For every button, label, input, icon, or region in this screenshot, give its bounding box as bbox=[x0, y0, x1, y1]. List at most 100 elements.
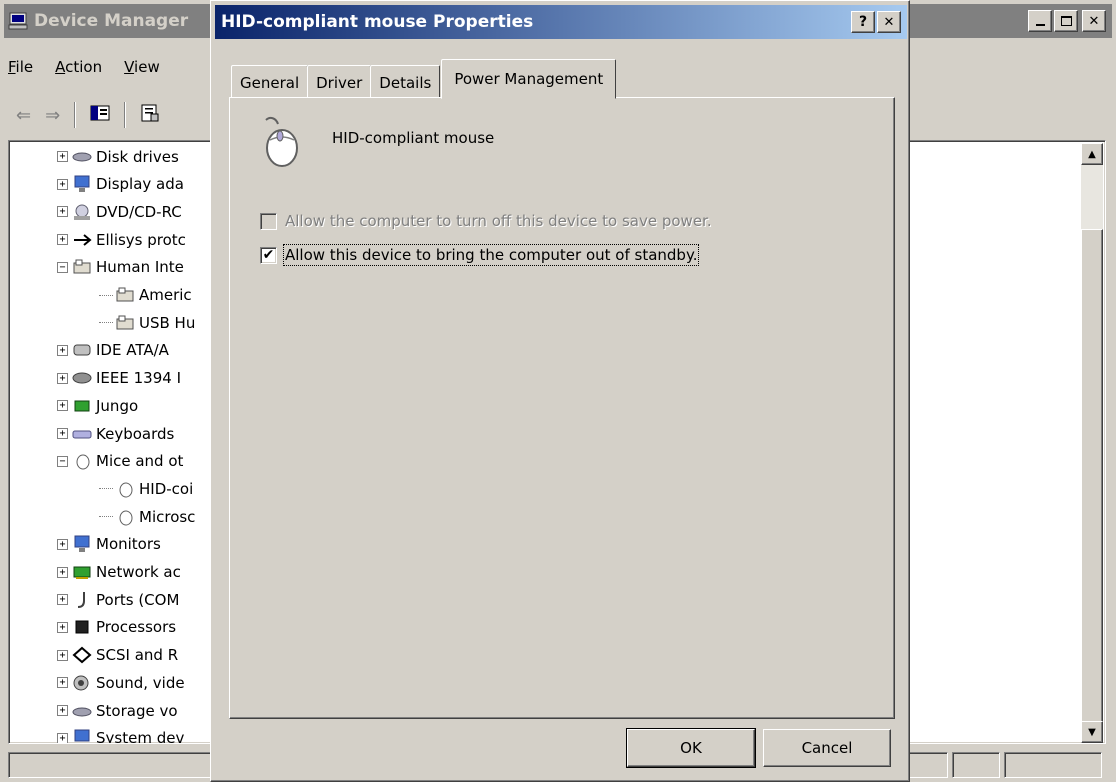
toolbar: ⇐ ⇒ bbox=[6, 96, 211, 134]
tree-item-label: Jungo bbox=[96, 396, 139, 415]
tree-item-label: Monitors bbox=[96, 535, 161, 554]
dialog-close-button[interactable]: ✕ bbox=[877, 11, 901, 33]
collapse-icon[interactable]: − bbox=[57, 455, 68, 467]
menu-file[interactable]: File bbox=[8, 58, 33, 76]
expand-icon[interactable]: + bbox=[57, 428, 68, 439]
vertical-scrollbar[interactable]: ▲ ▼ bbox=[1081, 143, 1103, 743]
tree-item-label: Ports (COM bbox=[96, 590, 180, 609]
tree-item[interactable]: + Display ada bbox=[57, 171, 184, 198]
expand-icon[interactable]: + bbox=[57, 677, 68, 689]
minimize-icon bbox=[1035, 24, 1045, 26]
scroll-down-button[interactable]: ▼ bbox=[1081, 721, 1103, 743]
tree-item[interactable]: + Sound, vide bbox=[57, 669, 185, 696]
tree-connector bbox=[99, 294, 113, 296]
scroll-thumb[interactable] bbox=[1081, 229, 1103, 725]
tree-item[interactable]: USB Hu bbox=[99, 309, 195, 336]
expand-icon[interactable]: + bbox=[57, 538, 68, 550]
tree-item[interactable]: + Ellisys protc bbox=[57, 226, 186, 253]
tree-item[interactable]: + Monitors bbox=[57, 531, 161, 558]
tree-item[interactable]: + System dev bbox=[57, 725, 184, 743]
minimize-button[interactable] bbox=[1028, 10, 1052, 32]
disk-drive-icon bbox=[72, 148, 92, 166]
cd-drive-icon bbox=[72, 203, 92, 221]
expand-icon[interactable]: + bbox=[57, 400, 68, 412]
tree-item-label: Network ac bbox=[96, 563, 181, 581]
tab-panel: HID-compliant mouse Allow the computer t… bbox=[229, 97, 895, 719]
cancel-button[interactable]: Cancel bbox=[763, 729, 891, 767]
storage-icon bbox=[72, 702, 92, 720]
tree-item-label: USB Hu bbox=[139, 313, 196, 332]
tree-item[interactable]: + Network ac bbox=[57, 559, 181, 586]
forward-arrow-icon[interactable]: ⇒ bbox=[45, 105, 60, 126]
tree-item[interactable]: + Disk drives bbox=[57, 143, 179, 170]
device-name: HID-compliant mouse bbox=[332, 129, 495, 147]
ok-button[interactable]: OK bbox=[626, 728, 756, 768]
expand-icon[interactable]: + bbox=[57, 206, 68, 218]
menu-view[interactable]: View bbox=[124, 58, 160, 76]
collapse-icon[interactable]: − bbox=[57, 261, 68, 273]
tree-item[interactable]: + DVD/CD-RC bbox=[57, 198, 182, 225]
dialog-titlebar[interactable]: HID-compliant mouse Properties ? ✕ bbox=[215, 5, 907, 39]
mouse-icon bbox=[115, 480, 135, 498]
close-icon: ✕ bbox=[1088, 13, 1100, 29]
expand-icon[interactable]: + bbox=[57, 705, 68, 716]
tree-item-label: Microsc bbox=[139, 507, 196, 526]
tree-item[interactable]: + SCSI and R bbox=[57, 642, 178, 669]
help-icon: ? bbox=[858, 14, 868, 30]
tree-item-label: Human Inte bbox=[96, 258, 184, 277]
expand-icon[interactable]: + bbox=[57, 344, 68, 356]
properties-dialog: HID-compliant mouse Properties ? ✕ Gener… bbox=[210, 0, 910, 782]
expand-icon[interactable]: + bbox=[57, 178, 68, 190]
expand-icon[interactable]: + bbox=[57, 372, 68, 384]
tab-details[interactable]: Details bbox=[370, 65, 441, 99]
network-adapter-icon bbox=[72, 563, 92, 581]
show-hide-console-tree-icon[interactable] bbox=[90, 104, 110, 126]
allow-wake-option: ✔ Allow this device to bring the compute… bbox=[260, 244, 700, 266]
expand-icon[interactable]: + bbox=[57, 649, 68, 661]
back-arrow-icon[interactable]: ⇐ bbox=[16, 105, 31, 126]
computer-icon bbox=[8, 12, 28, 30]
expand-icon[interactable]: + bbox=[57, 621, 68, 633]
tree-item-label: IDE ATA/A bbox=[96, 341, 169, 360]
tree-item[interactable]: + IEEE 1394 I bbox=[57, 365, 181, 392]
tree-item[interactable]: HID-coi bbox=[99, 475, 193, 502]
tree-item[interactable]: + Ports (COM bbox=[57, 586, 179, 613]
tree-item[interactable]: + Processors bbox=[57, 614, 176, 641]
arrow-down-icon: ▼ bbox=[1088, 726, 1096, 738]
expand-icon[interactable]: + bbox=[57, 234, 68, 246]
tree-item-label: IEEE 1394 I bbox=[96, 369, 181, 388]
tree-item-label: Americ bbox=[139, 286, 192, 304]
expand-icon[interactable]: + bbox=[57, 732, 68, 743]
expand-icon[interactable]: + bbox=[57, 594, 68, 606]
close-button[interactable]: ✕ bbox=[1082, 10, 1106, 32]
expand-icon[interactable]: + bbox=[57, 151, 68, 162]
tree-item[interactable]: + Jungo bbox=[57, 392, 138, 419]
dialog-title: HID-compliant mouse Properties bbox=[221, 12, 534, 32]
tree-item[interactable]: + Storage vo bbox=[57, 697, 178, 724]
menu-action[interactable]: Action bbox=[55, 58, 102, 76]
expand-icon[interactable]: + bbox=[57, 566, 68, 578]
allow-turn-off-label: Allow the computer to turn off this devi… bbox=[285, 212, 712, 230]
maximize-button[interactable] bbox=[1054, 10, 1078, 32]
sound-icon bbox=[72, 674, 92, 692]
tree-item[interactable]: + Keyboards bbox=[57, 420, 174, 447]
tab-power-management[interactable]: Power Management bbox=[441, 59, 617, 99]
tree-item[interactable]: + IDE ATA/A bbox=[57, 337, 169, 364]
tree-item[interactable]: − Mice and ot bbox=[57, 448, 183, 475]
ieee1394-icon bbox=[72, 369, 92, 387]
tree-item-label: Keyboards bbox=[96, 424, 175, 443]
arrow-up-icon: ▲ bbox=[1088, 148, 1096, 160]
tree-item[interactable]: − Human Inte bbox=[57, 254, 184, 281]
close-icon: ✕ bbox=[883, 14, 895, 30]
monitor-icon bbox=[72, 535, 92, 553]
scroll-up-button[interactable]: ▲ bbox=[1081, 143, 1103, 165]
properties-icon[interactable] bbox=[140, 104, 160, 126]
tab-general[interactable]: General bbox=[231, 65, 309, 99]
allow-wake-checkbox[interactable]: ✔ bbox=[260, 246, 277, 264]
tree-item[interactable]: Americ bbox=[99, 282, 192, 309]
help-button[interactable]: ? bbox=[851, 11, 875, 33]
tab-driver[interactable]: Driver bbox=[307, 65, 372, 99]
allow-turn-off-checkbox[interactable] bbox=[260, 212, 277, 230]
allow-wake-label[interactable]: Allow this device to bring the computer … bbox=[282, 244, 700, 266]
tree-item[interactable]: Microsc bbox=[99, 503, 195, 530]
